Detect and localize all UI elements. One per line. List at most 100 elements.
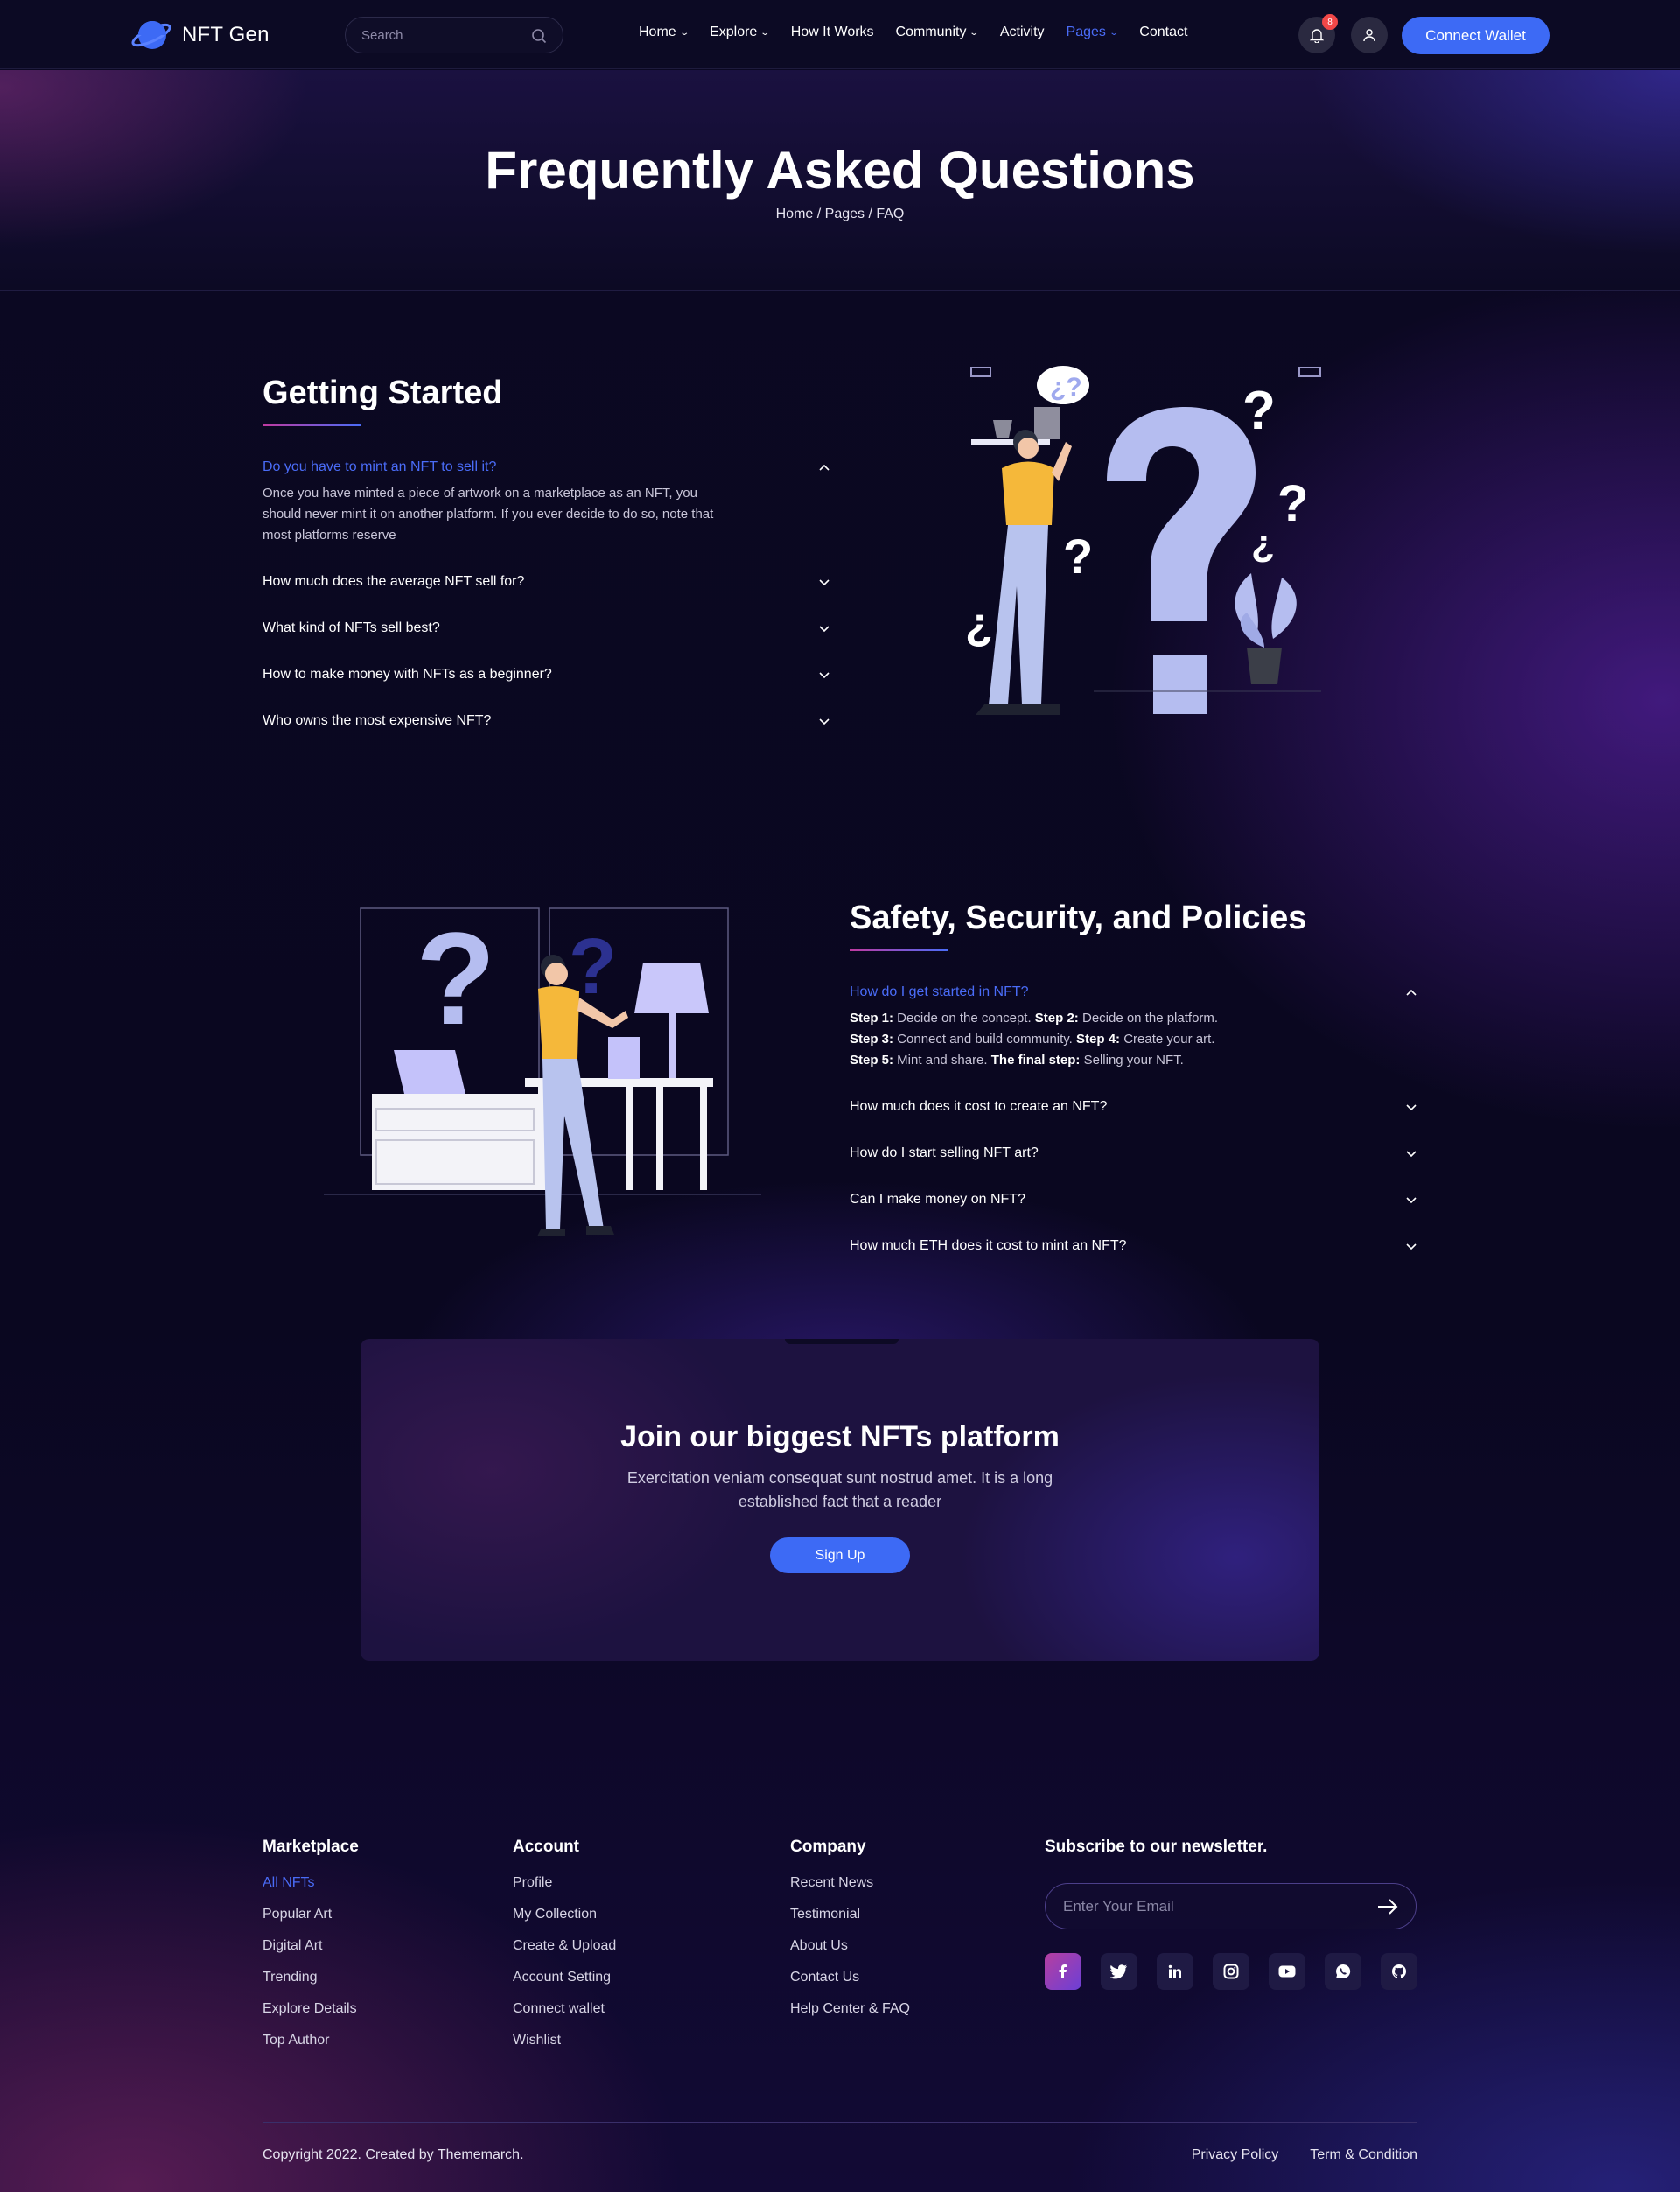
legal-links: Privacy Policy Term & Condition	[1192, 2147, 1418, 2163]
nav-explore-label: Explore	[710, 25, 758, 39]
chevron-down-icon[interactable]	[1404, 1237, 1418, 1255]
connect-wallet-button[interactable]: Connect Wallet	[1402, 17, 1550, 54]
top-navbar: NFT Gen Home⌄ Explore⌄ How It Works Comm…	[0, 0, 1680, 69]
nav-pages[interactable]: Pages ⌄	[1066, 25, 1119, 40]
twitter-icon[interactable]	[1101, 1953, 1138, 1990]
chevron-down-icon[interactable]	[817, 712, 831, 730]
chevron-down-icon[interactable]	[817, 620, 831, 637]
faq-question[interactable]: How much does the average NFT sell for?	[262, 573, 831, 591]
footer-heading: Company	[790, 1838, 866, 1856]
faq-item[interactable]: Who owns the most expensive NFT?	[262, 712, 831, 730]
faq-question[interactable]: Can I make money on NFT?	[850, 1191, 1418, 1208]
chevron-down-icon[interactable]	[817, 573, 831, 591]
footer-link-contact-us[interactable]: Contact Us	[790, 1969, 910, 1986]
footer-link-recent-news[interactable]: Recent News	[790, 1874, 910, 1892]
logo-text: NFT Gen	[182, 23, 270, 46]
faq-question[interactable]: How much ETH does it cost to mint an NFT…	[850, 1237, 1418, 1255]
footer-link-all-nfts[interactable]: All NFTs	[262, 1874, 359, 1892]
nav-contact[interactable]: Contact	[1139, 25, 1187, 40]
faq-item[interactable]: How do I start selling NFT art?	[850, 1145, 1418, 1162]
footer-link-about-us[interactable]: About Us	[790, 1937, 910, 1955]
footer-link-testimonial[interactable]: Testimonial	[790, 1906, 910, 1923]
step-label: Step 3:	[850, 1032, 894, 1047]
profile-button[interactable]	[1351, 17, 1388, 53]
copyright-text: Copyright 2022. Created by Thememarch.	[262, 2147, 524, 2162]
faq-item[interactable]: How much ETH does it cost to mint an NFT…	[850, 1237, 1418, 1255]
newsletter-email-input[interactable]	[1045, 1883, 1417, 1929]
nav-activity-label: Activity	[999, 25, 1045, 39]
footer-link-top-author[interactable]: Top Author	[262, 2032, 359, 2049]
nav-home[interactable]: Home ⌄	[639, 25, 690, 40]
chevron-down-icon[interactable]	[817, 666, 831, 683]
github-icon[interactable]	[1381, 1953, 1418, 1990]
footer-company: Company Recent News Testimonial About Us…	[790, 1838, 910, 2032]
notification-badge: 8	[1322, 14, 1338, 30]
nav-community[interactable]: Community ⌄	[896, 25, 980, 40]
step-text: Create your art.	[1120, 1032, 1215, 1047]
footer-link-trending[interactable]: Trending	[262, 1969, 359, 1986]
faq-confused-person-illustration: ? ?	[324, 906, 761, 1236]
chevron-down-icon[interactable]	[1404, 1098, 1418, 1116]
search-box[interactable]	[345, 17, 564, 53]
instagram-icon[interactable]	[1213, 1953, 1250, 1990]
faq-item[interactable]: How much does it cost to create an NFT?	[850, 1098, 1418, 1116]
nav-contact-label: Contact	[1139, 25, 1188, 39]
whatsapp-icon[interactable]	[1325, 1953, 1362, 1990]
svg-text:?: ?	[1063, 529, 1093, 584]
linkedin-icon[interactable]	[1157, 1953, 1194, 1990]
planet-logo-icon	[131, 21, 172, 49]
chevron-down-icon[interactable]	[1404, 1145, 1418, 1162]
faq-item[interactable]: How to make money with NFTs as a beginne…	[262, 666, 831, 683]
footer-link-create-upload[interactable]: Create & Upload	[513, 1937, 616, 1955]
footer-link-my-collection[interactable]: My Collection	[513, 1906, 616, 1923]
search-input[interactable]	[361, 27, 519, 43]
facebook-icon[interactable]	[1045, 1953, 1082, 1990]
chevron-down-icon: ⌄	[760, 27, 771, 38]
logo[interactable]: NFT Gen	[131, 16, 270, 54]
search-icon[interactable]	[531, 28, 547, 44]
svg-text:¿: ¿	[965, 599, 993, 649]
nav-activity[interactable]: Activity	[1000, 25, 1045, 40]
svg-text:?: ?	[416, 906, 496, 1052]
cta-title: Join our biggest NFTs platform	[620, 1420, 1060, 1453]
footer-link-wishlist[interactable]: Wishlist	[513, 2032, 616, 2049]
terms-link[interactable]: Term & Condition	[1310, 2147, 1418, 2163]
footer-link-connect-wallet[interactable]: Connect wallet	[513, 2000, 616, 2018]
footer-link-profile[interactable]: Profile	[513, 1874, 616, 1892]
privacy-policy-link[interactable]: Privacy Policy	[1192, 2147, 1279, 2163]
faq-item[interactable]: How much does the average NFT sell for?	[262, 573, 831, 591]
chevron-up-icon[interactable]	[817, 459, 831, 476]
nav-explore[interactable]: Explore ⌄	[710, 25, 771, 40]
footer-marketplace: Marketplace All NFTs Popular Art Digital…	[262, 1838, 359, 2063]
footer-link-explore-details[interactable]: Explore Details	[262, 2000, 359, 2018]
chevron-down-icon: ⌄	[1109, 27, 1119, 38]
faq-question[interactable]: How do I get started in NFT?	[850, 984, 1418, 1001]
faq-item[interactable]: Do you have to mint an NFT to sell it? O…	[262, 459, 831, 546]
footer-link-account-setting[interactable]: Account Setting	[513, 1969, 616, 1986]
faq-question[interactable]: How much does it cost to create an NFT?	[850, 1098, 1418, 1116]
nav-pages-label: Pages	[1066, 25, 1106, 39]
faq-item[interactable]: Can I make money on NFT?	[850, 1191, 1418, 1208]
faq-question[interactable]: Do you have to mint an NFT to sell it?	[262, 459, 831, 476]
step-label: Step 4:	[1076, 1032, 1121, 1047]
sign-up-button[interactable]: Sign Up	[770, 1537, 910, 1573]
section-title: Safety, Security, and Policies	[850, 900, 1307, 936]
faq-question[interactable]: Who owns the most expensive NFT?	[262, 712, 831, 730]
footer-link-help-center[interactable]: Help Center & FAQ	[790, 2000, 910, 2018]
arrow-right-icon[interactable]	[1376, 1894, 1400, 1919]
breadcrumb: Home / Pages / FAQ	[775, 207, 905, 221]
faq-question[interactable]: How do I start selling NFT art?	[850, 1145, 1418, 1162]
title-underline	[850, 949, 948, 951]
faq-question[interactable]: What kind of NFTs sell best?	[262, 620, 831, 637]
notification-button[interactable]: 8	[1298, 14, 1338, 53]
faq-question[interactable]: How to make money with NFTs as a beginne…	[262, 666, 831, 683]
chevron-down-icon[interactable]	[1404, 1191, 1418, 1208]
footer-link-digital-art[interactable]: Digital Art	[262, 1937, 359, 1955]
chevron-up-icon[interactable]	[1404, 984, 1418, 1001]
nav-how-it-works[interactable]: How It Works	[791, 25, 874, 40]
faq-item[interactable]: How do I get started in NFT? Step 1: Dec…	[850, 984, 1418, 1071]
footer-link-popular-art[interactable]: Popular Art	[262, 1906, 359, 1923]
youtube-icon[interactable]	[1269, 1953, 1306, 1990]
social-links	[1045, 1953, 1418, 1990]
faq-item[interactable]: What kind of NFTs sell best?	[262, 620, 831, 637]
